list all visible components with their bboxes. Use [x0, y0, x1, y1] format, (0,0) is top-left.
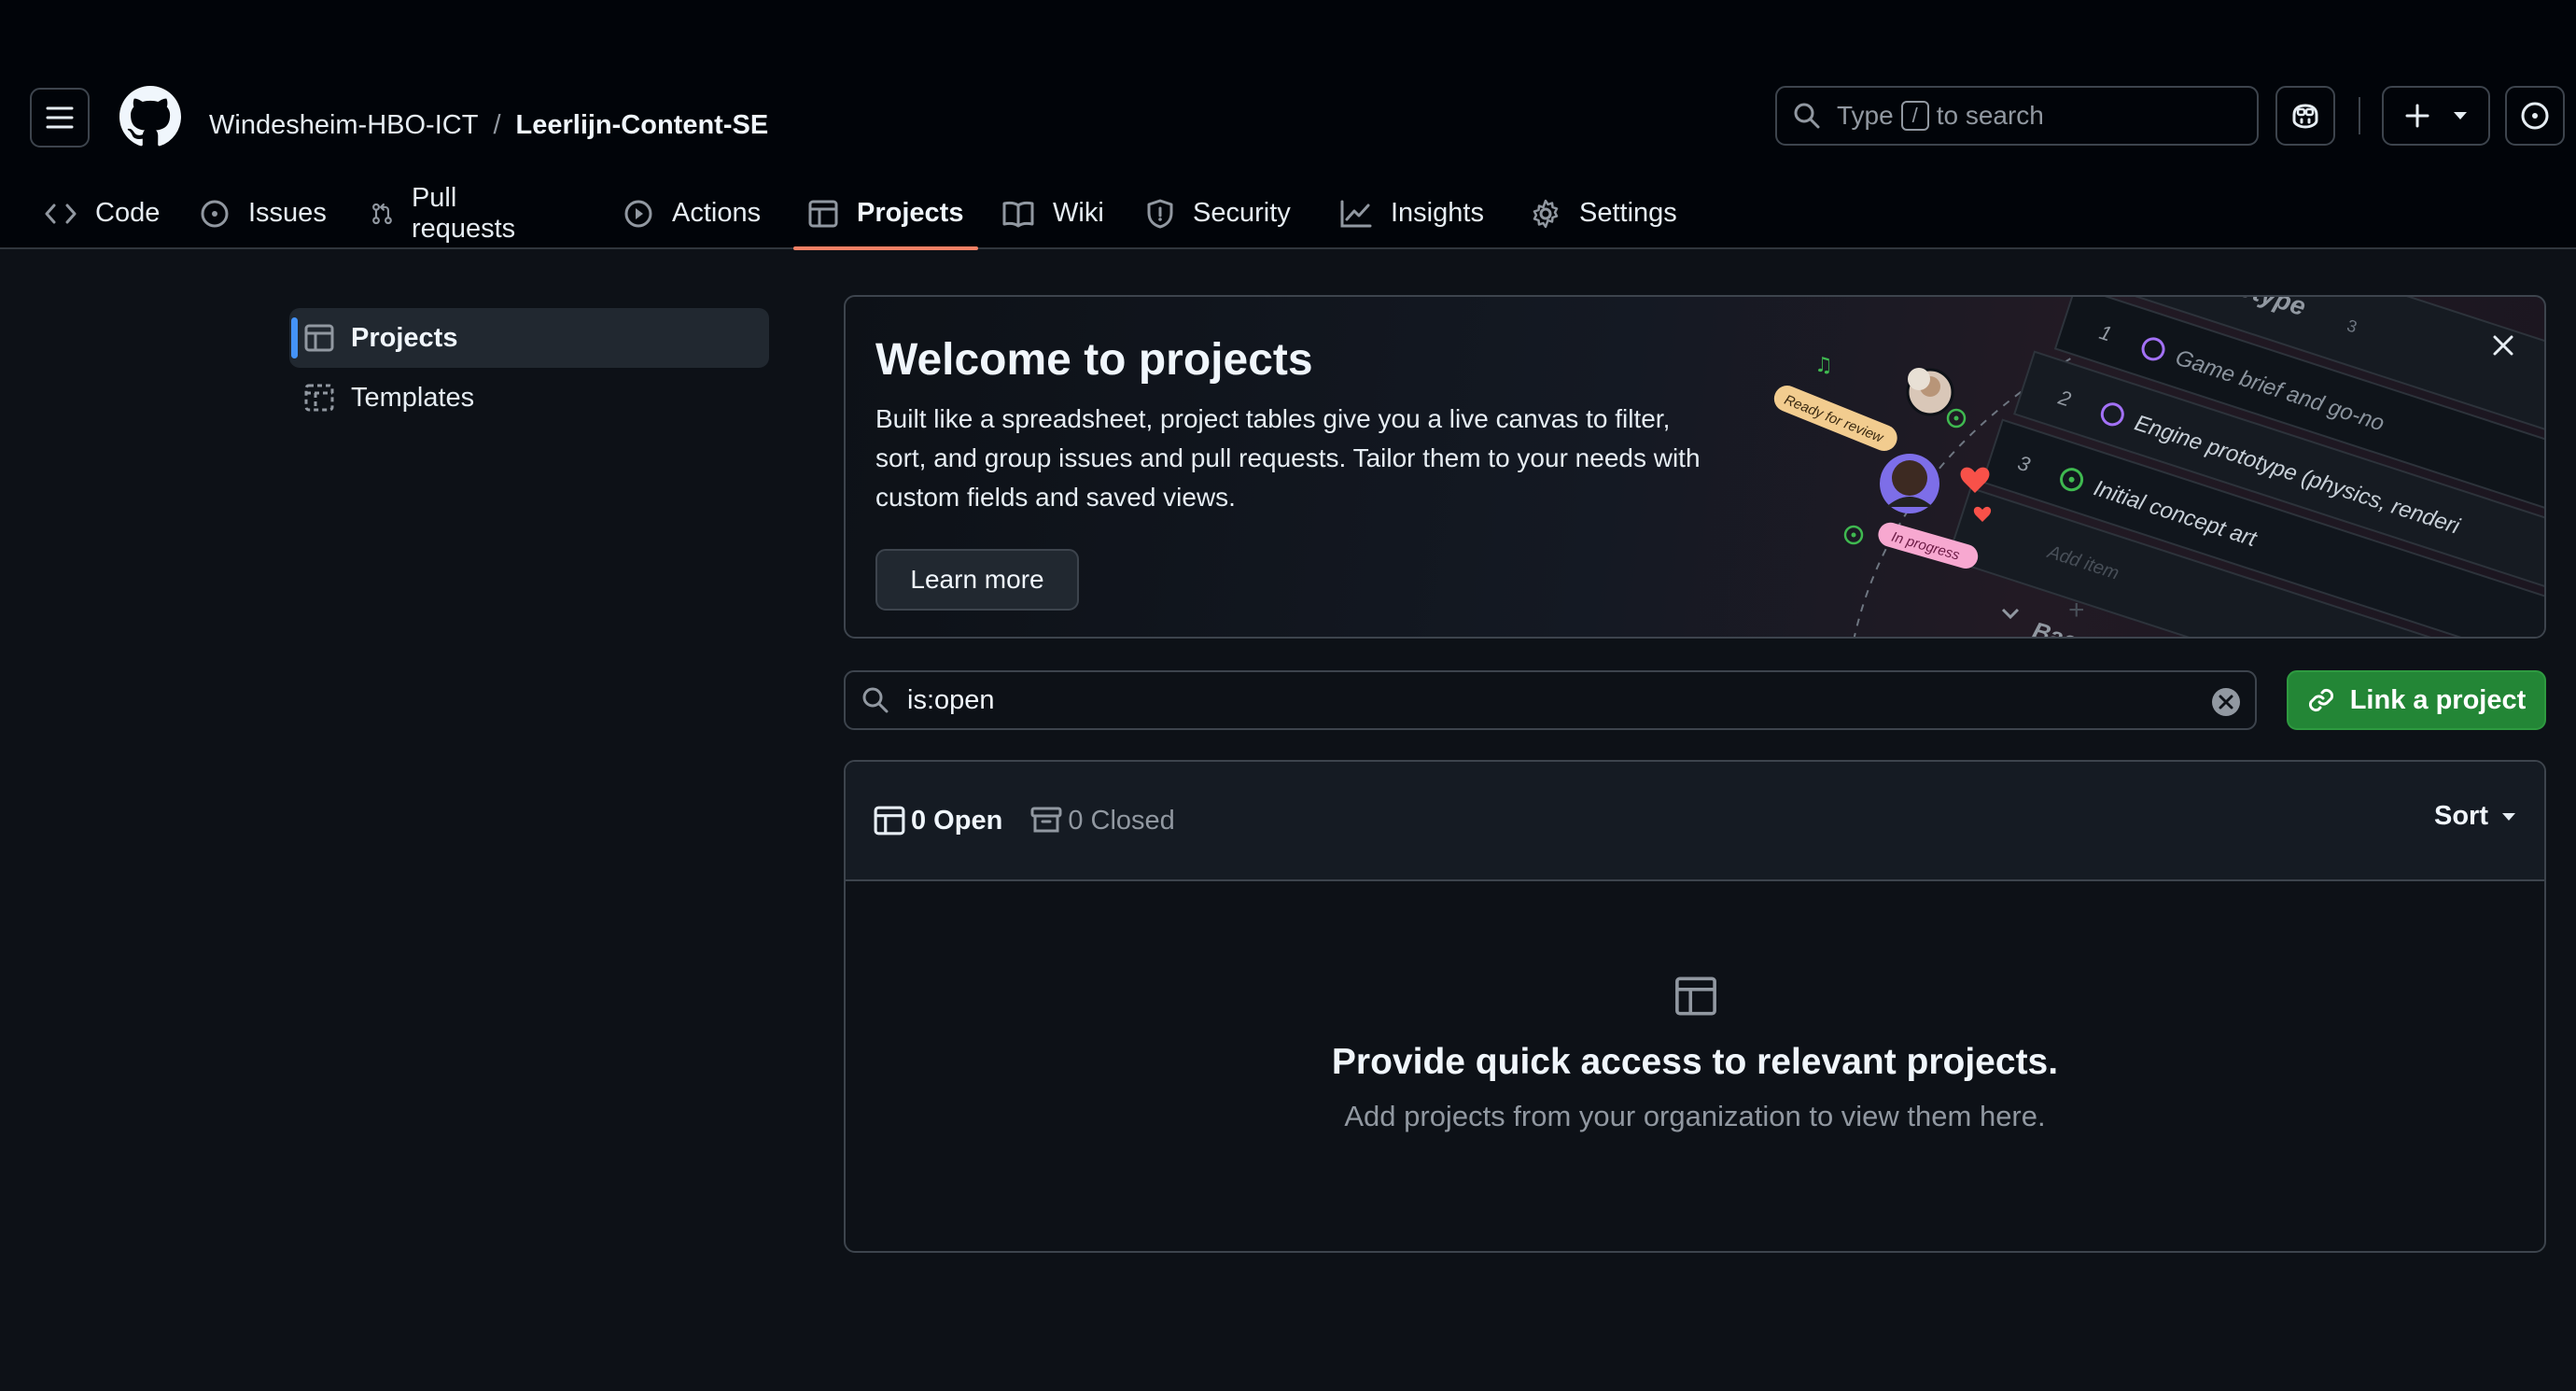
- breadcrumb: Windesheim-HBO-ICT / Leerlijn-Content-SE: [209, 101, 768, 149]
- closed-projects-filter[interactable]: 0 Closed: [1030, 805, 1175, 836]
- projects-list-header: 0 Open 0 Closed Sort: [846, 762, 2544, 881]
- link-project-label: Link a project: [2349, 684, 2527, 715]
- search-shortcut-key: /: [1900, 101, 1929, 131]
- sidebar-item-label: Templates: [351, 382, 475, 413]
- header-divider: [2359, 97, 2360, 134]
- welcome-title: Welcome to projects: [875, 335, 1313, 385]
- tab-label: Security: [1193, 198, 1291, 228]
- window-top-strip: [0, 0, 2576, 56]
- projects-sidebar: Projects Templates: [289, 308, 769, 428]
- empty-state-title: Provide quick access to relevant project…: [1331, 1042, 2059, 1082]
- closed-count-label: 0 Closed: [1068, 805, 1175, 836]
- archive-icon: [1030, 807, 1062, 833]
- welcome-banner: Welcome to projects Built like a spreads…: [844, 295, 2546, 639]
- menu-button[interactable]: [30, 88, 90, 148]
- table-icon: [1675, 977, 1716, 1016]
- link-project-button[interactable]: Link a project: [2287, 670, 2546, 730]
- sidebar-item-templates[interactable]: Templates: [289, 368, 769, 428]
- tab-insights[interactable]: Insights: [1340, 177, 1484, 249]
- copilot-icon: [2292, 104, 2318, 129]
- search-prefix: Type: [1837, 101, 1894, 130]
- breadcrumb-separator: /: [493, 109, 501, 140]
- tab-label: Wiki: [1053, 198, 1104, 228]
- svg-text:+: +: [2068, 595, 2085, 625]
- tab-pull-requests[interactable]: Pull requests: [371, 177, 524, 249]
- sort-label: Sort: [2434, 801, 2488, 831]
- clear-filter-icon[interactable]: [2210, 686, 2242, 718]
- org-link[interactable]: Windesheim-HBO-ICT: [209, 110, 478, 141]
- projects-illustration: Prototype 3 1 Game brief and go-no 2 Eng…: [1773, 297, 2544, 637]
- table-icon: [874, 806, 905, 836]
- tab-settings[interactable]: Settings: [1531, 177, 1677, 249]
- tab-label: Insights: [1391, 198, 1484, 228]
- issue-opened-icon: [201, 200, 229, 227]
- heart-icon: [1960, 467, 1990, 493]
- projects-list: 0 Open 0 Closed Sort Provide quick acces…: [844, 760, 2546, 1253]
- tab-label: Pull requests: [411, 182, 516, 244]
- gear-icon: [1533, 199, 1559, 228]
- code-icon: [45, 204, 77, 223]
- learn-more-button[interactable]: Learn more: [875, 549, 1079, 611]
- graph-icon: [1340, 200, 1372, 227]
- triangle-down-icon: [2502, 812, 2515, 821]
- tab-label: Code: [95, 198, 161, 228]
- issues-shortcut-button[interactable]: [2505, 86, 2565, 146]
- close-icon: [2493, 335, 2513, 356]
- hamburger-icon: [46, 106, 74, 129]
- github-logo-icon[interactable]: [119, 86, 181, 148]
- shield-icon: [1147, 199, 1173, 228]
- sort-dropdown[interactable]: Sort: [2434, 801, 2516, 832]
- create-new-button[interactable]: [2382, 86, 2490, 146]
- book-icon: [1002, 201, 1034, 227]
- open-projects-filter[interactable]: 0 Open: [874, 805, 1002, 836]
- sidebar-item-projects[interactable]: Projects: [289, 308, 769, 368]
- search-input[interactable]: Type / to search: [1775, 86, 2259, 146]
- link-icon: [2308, 688, 2333, 712]
- tab-security[interactable]: Security: [1146, 177, 1291, 249]
- search-suffix: to search: [1936, 101, 2044, 130]
- blankslate: Provide quick access to relevant project…: [846, 881, 2544, 1251]
- table-icon: [304, 324, 334, 352]
- triangle-down-icon: [2453, 112, 2467, 119]
- copilot-button[interactable]: [2275, 86, 2335, 146]
- tab-label: Projects: [857, 198, 964, 228]
- tab-actions[interactable]: Actions: [623, 177, 761, 249]
- play-icon: [624, 200, 652, 227]
- close-banner-button[interactable]: [2485, 327, 2522, 364]
- tab-code[interactable]: Code: [45, 177, 160, 249]
- project-filter-input[interactable]: is:open: [844, 670, 2257, 730]
- template-icon: [304, 384, 334, 412]
- search-icon: [1794, 103, 1820, 129]
- repo-link[interactable]: Leerlijn-Content-SE: [516, 110, 769, 141]
- open-count-label: 0 Open: [911, 805, 1003, 836]
- tab-wiki[interactable]: Wiki: [1002, 177, 1104, 249]
- sidebar-item-label: Projects: [351, 322, 458, 353]
- table-icon: [808, 200, 838, 227]
- tab-label: Issues: [248, 198, 327, 228]
- tab-label: Actions: [672, 198, 762, 228]
- search-icon: [862, 687, 889, 713]
- tab-issues[interactable]: Issues: [200, 177, 327, 249]
- git-pull-request-icon: [372, 203, 392, 224]
- tab-label: Settings: [1579, 198, 1677, 228]
- app-header: Windesheim-HBO-ICT / Leerlijn-Content-SE…: [0, 56, 2576, 250]
- issue-opened-icon: [2521, 102, 2549, 130]
- welcome-description: Built like a spreadsheet, project tables…: [875, 404, 1701, 512]
- tab-projects[interactable]: Projects: [792, 177, 979, 250]
- svg-text:♫: ♫: [1814, 354, 1833, 377]
- plus-icon: [2405, 104, 2429, 128]
- filter-value: is:open: [907, 684, 995, 715]
- empty-state-description: Add projects from your organization to v…: [1344, 1100, 2046, 1132]
